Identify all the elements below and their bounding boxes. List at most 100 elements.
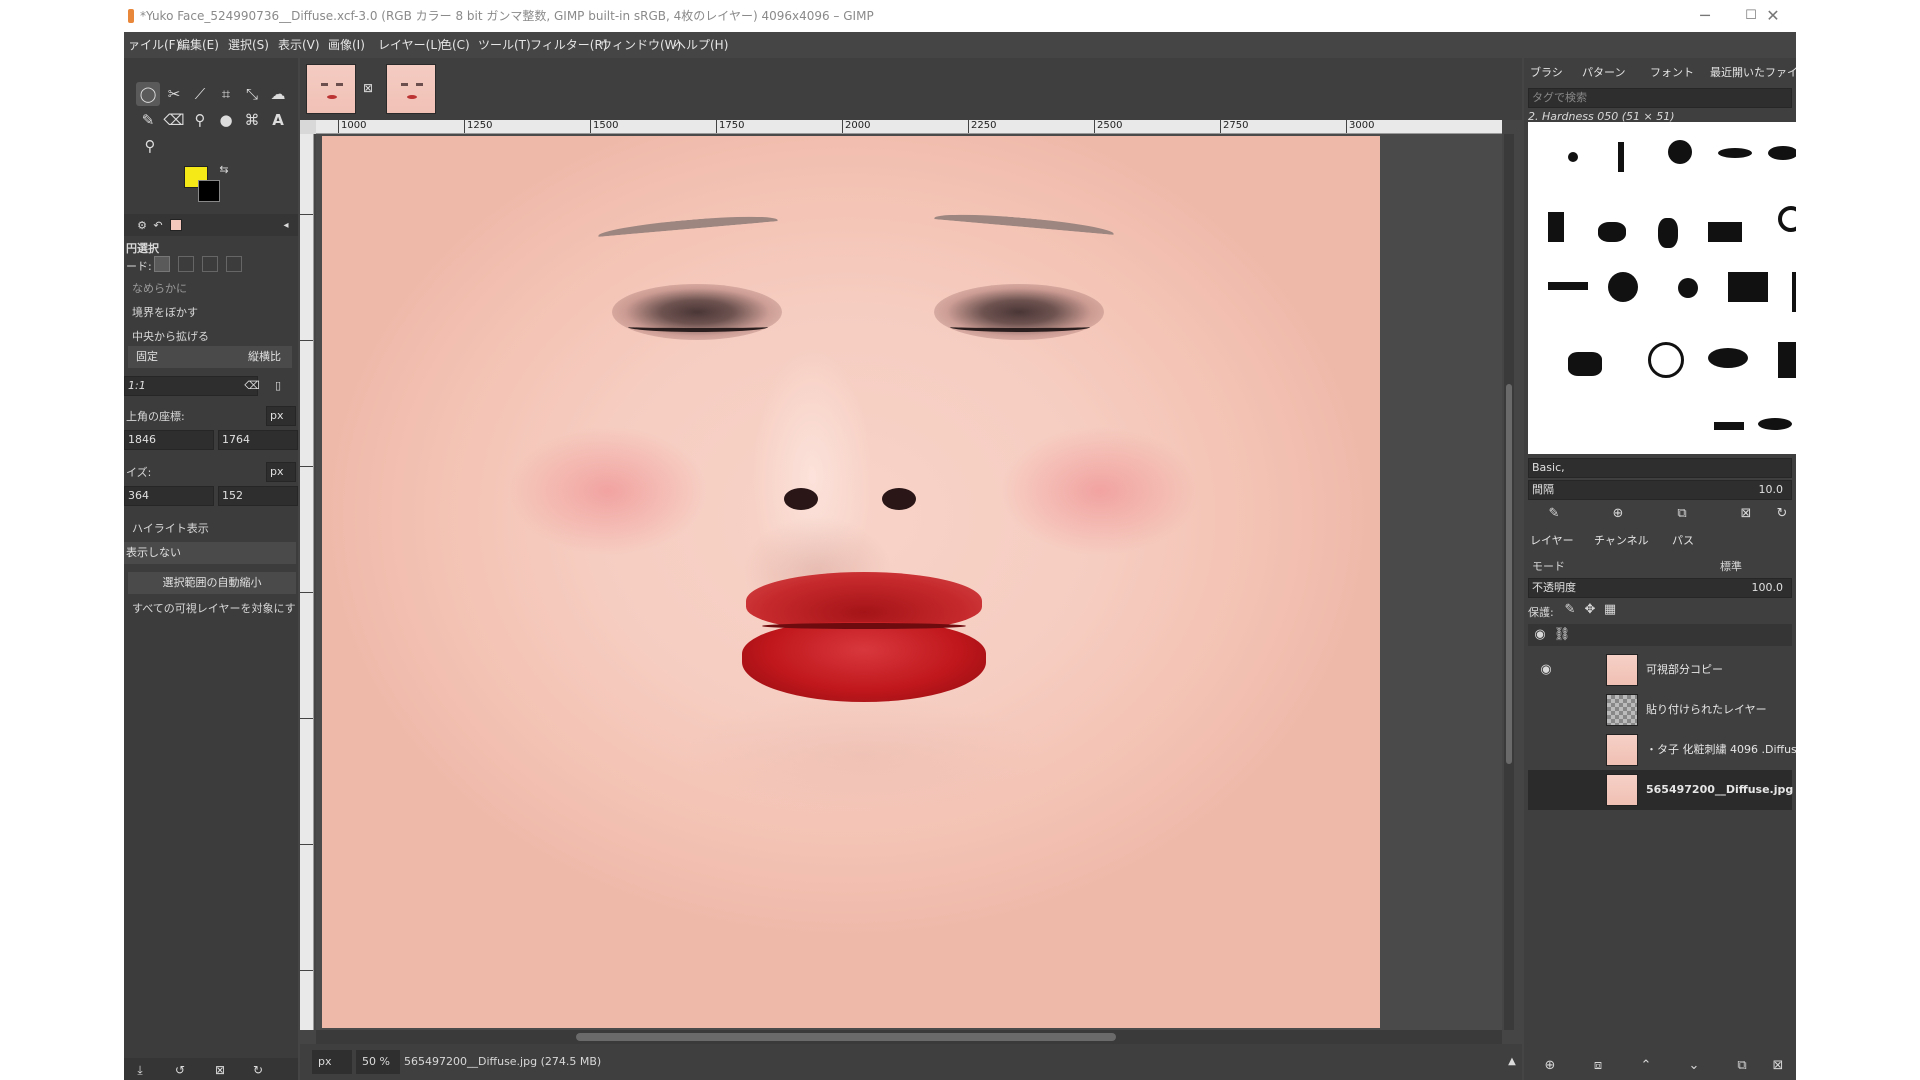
tab-brushes[interactable]: ブラシ (1530, 64, 1563, 82)
delete-layer-icon[interactable]: ⊠ (1768, 1056, 1788, 1076)
layer-visibility-eye-icon[interactable]: ◉ (1536, 660, 1556, 680)
menu-select[interactable]: 選択(S) (228, 32, 269, 58)
ratio-field[interactable]: 1:1 (124, 376, 258, 396)
close-button[interactable]: ✕ (1750, 0, 1796, 32)
layer-row[interactable]: 貼り付けられたレイヤー (1528, 690, 1792, 730)
menu-edit[interactable]: 編集(E) (178, 32, 219, 58)
edit-brush-icon[interactable]: ✎ (1544, 504, 1564, 524)
delete-options-icon[interactable]: ⊠ (208, 1058, 232, 1080)
opacity-field[interactable]: 不透明度 100.0 (1528, 578, 1792, 598)
brush-set-dropdown[interactable]: Basic, (1528, 458, 1792, 478)
lock-pixels-icon[interactable]: ✎ (1560, 600, 1580, 620)
vertical-scroll-thumb[interactable] (1506, 384, 1512, 764)
new-layer-group-icon[interactable]: ⧈ (1588, 1056, 1608, 1076)
menu-layer[interactable]: レイヤー(L) (378, 32, 442, 58)
panel-menu-icon[interactable]: ◂ (274, 214, 298, 238)
mode-add-button[interactable] (178, 256, 194, 272)
size-height-field[interactable]: 152 (218, 486, 298, 506)
position-y-field[interactable]: 1764 (218, 430, 298, 450)
transform-icon[interactable]: ⤡ (240, 82, 264, 106)
auto-shrink-button[interactable]: 選択範囲の自動縮小 (128, 572, 296, 594)
fixed-mode-dropdown[interactable]: 縦横比 (248, 346, 281, 368)
delete-brush-icon[interactable]: ⊠ (1736, 504, 1756, 524)
vertical-ruler[interactable] (300, 134, 314, 1030)
ruler-corner[interactable] (300, 120, 316, 134)
undo-history-tab-icon[interactable]: ↶ (146, 214, 170, 238)
size-unit-dropdown[interactable]: px (266, 462, 296, 482)
position-unit-dropdown[interactable]: px (266, 406, 296, 426)
all-layers-checkbox[interactable]: すべての可視レイヤーを対象にす (132, 600, 296, 616)
tab-layers[interactable]: レイヤー (1530, 532, 1574, 550)
menu-help[interactable]: ヘルプ(H) (674, 32, 728, 58)
new-layer-icon[interactable]: ⊕ (1540, 1056, 1560, 1076)
lock-alpha-icon[interactable]: ▦ (1600, 600, 1620, 620)
mode-intersect-button[interactable] (226, 256, 242, 272)
expand-center-checkbox[interactable]: 中央から拡げる (132, 328, 209, 344)
size-width-field[interactable]: 364 (124, 486, 214, 506)
zoom-dropdown[interactable]: 50 % (356, 1050, 400, 1074)
menu-windows[interactable]: ウィンドウ(W) (600, 32, 681, 58)
layer-mode-dropdown[interactable]: 標準 (1720, 558, 1742, 574)
horizontal-scroll-thumb[interactable] (576, 1033, 1116, 1041)
refresh-brushes-icon[interactable]: ↻ (1772, 504, 1792, 524)
duplicate-brush-icon[interactable]: ⧉ (1672, 504, 1692, 524)
antialias-checkbox[interactable]: なめらかに (132, 280, 187, 296)
menu-view[interactable]: 表示(V) (278, 32, 320, 58)
guides-dropdown[interactable]: 表示しない (124, 542, 296, 564)
tab-fonts[interactable]: フォント (1650, 64, 1694, 82)
lower-layer-icon[interactable]: ⌄ (1684, 1056, 1704, 1076)
text-tool-icon[interactable]: A (266, 108, 290, 132)
background-color-swatch[interactable] (198, 180, 220, 202)
clone-icon[interactable]: ⚲ (188, 108, 212, 132)
image-tab-1[interactable] (306, 64, 356, 114)
image-tab-2[interactable] (386, 64, 436, 114)
vertical-scrollbar[interactable] (1504, 134, 1514, 1030)
paths-icon[interactable]: ⌘ (240, 108, 264, 132)
restore-options-icon[interactable]: ↺ (168, 1058, 192, 1080)
zoom-icon[interactable]: ⚲ (138, 134, 162, 158)
unit-dropdown[interactable]: px (312, 1050, 352, 1074)
highlight-checkbox[interactable]: ハイライト表示 (132, 520, 209, 536)
spacing-field[interactable]: 間隔 10.0 (1528, 480, 1792, 500)
warp-icon[interactable]: ☁ (266, 82, 290, 106)
position-x-field[interactable]: 1846 (124, 430, 214, 450)
menu-image[interactable]: 画像(I) (328, 32, 365, 58)
tab-recent-files[interactable]: 最近開いたファイル (1710, 64, 1796, 82)
brush-tag-search[interactable]: タグで検索 (1528, 88, 1792, 108)
layer-row[interactable]: ・タ子 化粧刺繍 4096 .Diffuse.jpg (1528, 730, 1796, 770)
horizontal-scrollbar[interactable] (316, 1030, 1502, 1044)
minimize-button[interactable]: ─ (1682, 0, 1728, 32)
mode-replace-button[interactable] (154, 256, 170, 272)
brush-grid[interactable] (1528, 122, 1796, 454)
duplicate-layer-icon[interactable]: ⧉ (1732, 1056, 1752, 1076)
navigate-icon[interactable]: ▲ (1500, 1050, 1524, 1074)
scissors-icon[interactable]: ✂ (162, 82, 186, 106)
images-tab-icon[interactable] (170, 219, 182, 231)
layer-row[interactable]: ◉ 可視部分コピー (1528, 650, 1792, 690)
tab-patterns[interactable]: パターン (1582, 64, 1625, 82)
swap-colors-icon[interactable]: ⇆ (212, 158, 236, 182)
mode-subtract-button[interactable] (202, 256, 218, 272)
raise-layer-icon[interactable]: ⌃ (1636, 1056, 1656, 1076)
eraser-icon[interactable]: ⌫ (162, 108, 186, 132)
paintbrush-icon[interactable]: ✎ (136, 108, 160, 132)
menu-colors[interactable]: 色(C) (440, 32, 470, 58)
close-tab-icon[interactable]: ⊠ (356, 76, 380, 100)
menu-tools[interactable]: ツール(T) (478, 32, 531, 58)
image-canvas[interactable] (316, 134, 1502, 1030)
reset-options-icon[interactable]: ↻ (246, 1058, 270, 1080)
save-options-icon[interactable]: ⤓ (128, 1058, 152, 1080)
menu-filters[interactable]: フィルター(R) (530, 32, 607, 58)
fuzzy-select-icon[interactable]: ⟋ (188, 82, 212, 106)
horizontal-ruler[interactable]: 1000 1250 1500 1750 2000 2250 2500 2750 … (316, 120, 1502, 134)
new-brush-icon[interactable]: ⊕ (1608, 504, 1628, 524)
lock-position-icon[interactable]: ✥ (1580, 600, 1600, 620)
clear-ratio-icon[interactable]: ⌫ (240, 374, 264, 398)
bucket-fill-icon[interactable]: ● (214, 108, 238, 132)
layer-row-selected[interactable]: 565497200__Diffuse.jpg (1528, 770, 1793, 810)
feather-checkbox[interactable]: 境界をぼかす (132, 304, 198, 320)
tab-paths[interactable]: パス (1672, 532, 1694, 550)
fixed-toggle[interactable]: 固定 縦横比 (128, 346, 292, 368)
portrait-icon[interactable]: ▯ (266, 374, 290, 398)
menu-file[interactable]: ァイル(F) (128, 32, 180, 58)
